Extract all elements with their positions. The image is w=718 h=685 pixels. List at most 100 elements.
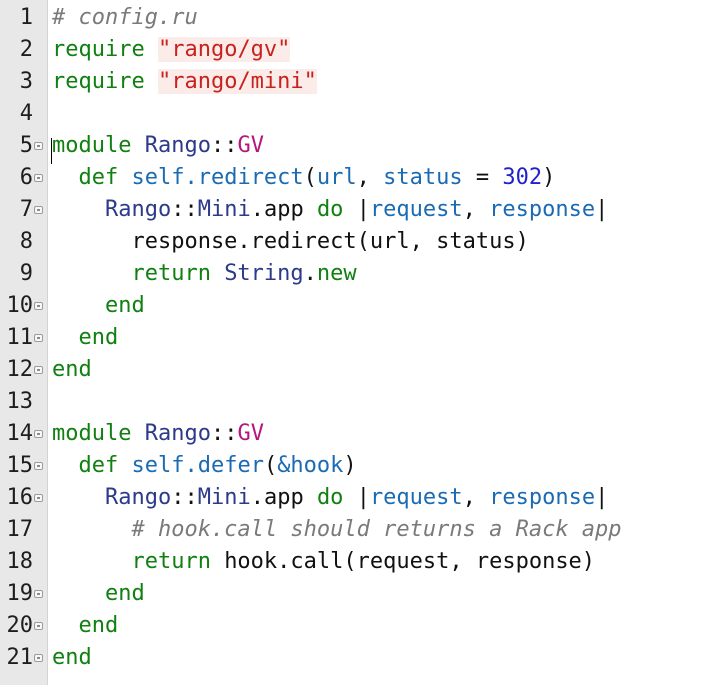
code-token-string: "rango/gv" (157, 37, 291, 62)
code-token-const: Rango (144, 421, 211, 446)
code-token-var: request (369, 485, 463, 510)
line-number: 6 (19, 165, 33, 190)
code-area[interactable]: 1 # config.ru 2 require "rango/gv" 3 require … (0, 2, 718, 674)
line-code: return hook.call(request, response) (52, 547, 595, 577)
code-token-const: Rango (104, 197, 172, 222)
fold-toggle-icon[interactable] (34, 206, 43, 214)
code-line[interactable]: 14 module Rango::GV (0, 418, 718, 450)
line-code: end (52, 323, 118, 353)
line-number: 4 (19, 101, 33, 126)
code-line[interactable]: 8 response.redirect(url, status) (0, 226, 718, 258)
text-cursor (51, 138, 52, 164)
line-number: 2 (19, 37, 33, 62)
code-line[interactable]: 5 module Rango::GV (0, 130, 718, 162)
fold-toggle-icon[interactable] (34, 174, 43, 182)
code-token-keyword: require (52, 37, 158, 62)
line-number: 17 (6, 517, 34, 542)
code-editor[interactable]: 1 # config.ru 2 require "rango/gv" 3 require … (0, 0, 718, 685)
line-number: 3 (19, 69, 33, 94)
code-line[interactable]: 10 end (0, 290, 718, 322)
code-token-var: url (316, 165, 357, 190)
fold-toggle-icon[interactable] (34, 494, 43, 502)
fold-toggle-icon[interactable] (34, 366, 43, 374)
code-token-keyword: end (52, 581, 145, 606)
code-token-plain: ) (542, 165, 556, 190)
code-line[interactable]: 2 require "rango/gv" (0, 34, 718, 66)
code-token-var: request (369, 197, 463, 222)
line-code: end (52, 291, 145, 321)
line-code: return String.new (52, 259, 356, 289)
code-line[interactable]: 12 end (0, 354, 718, 386)
line-number: 21 (6, 645, 34, 670)
code-token-keyword: return (52, 549, 225, 574)
line-code: def self.redirect(url, status = 302) (52, 163, 555, 193)
line-number: 19 (6, 581, 34, 606)
code-token-plain: . (303, 261, 317, 286)
line-number: 20 (6, 613, 34, 638)
code-line[interactable]: 11 end (0, 322, 718, 354)
fold-toggle-icon[interactable] (34, 334, 43, 342)
fold-toggle-icon[interactable] (34, 462, 43, 470)
code-token-const: Rango (104, 485, 172, 510)
code-token-method: self.redirect (131, 165, 304, 190)
code-token-keyword: module (52, 133, 145, 158)
line-number: 14 (6, 421, 34, 446)
code-token-const: Mini (197, 485, 251, 510)
line-number: 1 (19, 5, 33, 30)
code-token-plain: :: (171, 197, 198, 222)
line-code: Rango::Mini.app do |request, response| (52, 195, 608, 225)
code-line[interactable]: 13 (0, 386, 718, 418)
line-number: 13 (6, 389, 34, 414)
code-token-plain: :: (210, 133, 238, 158)
code-token-keyword: end (52, 645, 92, 670)
code-line[interactable]: 15 def self.defer(&hook) (0, 450, 718, 482)
code-line[interactable]: 18 return hook.call(request, response) (0, 546, 718, 578)
fold-toggle-icon[interactable] (34, 622, 43, 630)
line-code: end (52, 355, 92, 385)
code-token-keyword: require (52, 69, 158, 94)
fold-toggle-icon[interactable] (34, 430, 43, 438)
code-line[interactable]: 3 require "rango/mini" (0, 66, 718, 98)
fold-toggle-icon[interactable] (34, 654, 43, 662)
code-line[interactable]: 7 Rango::Mini.app do |request, response| (0, 194, 718, 226)
code-token-const: String (224, 261, 304, 286)
code-token-comment: # config.ru (52, 5, 198, 30)
code-line[interactable]: 17 # hook.call should returns a Rack app (0, 514, 718, 546)
code-line[interactable]: 21 end (0, 642, 718, 674)
code-token-plain: | (595, 197, 609, 222)
fold-toggle-icon[interactable] (34, 142, 43, 150)
code-token-var: status (383, 165, 463, 190)
code-token-const: Mini (197, 197, 251, 222)
code-token-keyword: return (52, 261, 225, 286)
fold-toggle-icon[interactable] (34, 590, 43, 598)
code-line[interactable]: 9 return String.new (0, 258, 718, 290)
code-line[interactable]: 16 Rango::Mini.app do |request, response… (0, 482, 718, 514)
code-token-plain: | (356, 197, 370, 222)
line-number: 9 (19, 261, 33, 286)
fold-toggle-icon[interactable] (34, 302, 43, 310)
code-token-plain: = (462, 165, 503, 190)
code-token-plain: :: (171, 485, 198, 510)
line-code: end (52, 643, 92, 673)
line-code: # config.ru (52, 3, 198, 33)
code-token-comment: # hook.call should returns a Rack app (52, 517, 622, 542)
code-token-sym: GV (237, 133, 264, 158)
line-code: require "rango/gv" (52, 35, 291, 65)
code-line[interactable]: 4 (0, 98, 718, 130)
code-line[interactable]: 20 end (0, 610, 718, 642)
code-token-keyword: end (52, 293, 145, 318)
line-code: module Rango::GV (52, 419, 264, 449)
line-number: 11 (6, 325, 34, 350)
code-token-plain: :: (210, 421, 238, 446)
code-token-plain: ( (303, 165, 317, 190)
code-token-plain: .app (250, 197, 317, 222)
line-code: # hook.call should returns a Rack app (52, 515, 622, 545)
code-token-plain: ( (263, 453, 278, 478)
code-token-plain: response.redirect(url, status) (52, 229, 529, 254)
code-line[interactable]: 1 # config.ru (0, 2, 718, 34)
code-line[interactable]: 6 def self.redirect(url, status = 302) (0, 162, 718, 194)
line-number: 7 (19, 197, 33, 222)
code-token-plain: | (595, 485, 609, 510)
code-line[interactable]: 19 end (0, 578, 718, 610)
